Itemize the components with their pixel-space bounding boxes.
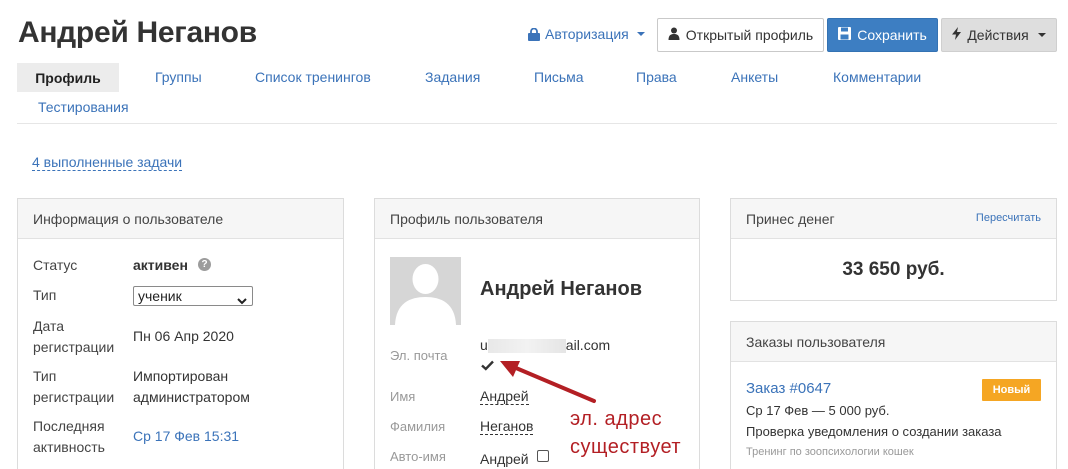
avatar	[390, 257, 461, 325]
registration-type-label-line1: Тип	[33, 368, 57, 384]
save-label: Сохранить	[857, 27, 927, 43]
status-value: активен	[133, 257, 188, 273]
page-title: Андрей Неганов	[18, 16, 257, 49]
annotation-text-line1: эл. адрес	[570, 408, 663, 430]
lock-icon	[528, 27, 540, 41]
actions-dropdown-button[interactable]: Действия	[941, 18, 1057, 52]
registration-date-value: Пн 06 Апр 2020	[133, 328, 234, 344]
first-name-label: Имя	[390, 389, 416, 404]
email-label: Эл. почта	[390, 348, 448, 363]
user-orders-panel-title: Заказы пользователя	[731, 322, 1056, 362]
annotation-text-line2: существует	[570, 436, 682, 458]
user-orders-panel: Заказы пользователя Заказ #0647 Новый Ср…	[730, 321, 1057, 469]
tab-questionnaires[interactable]: Анкеты	[731, 69, 778, 85]
open-profile-label: Открытый профиль	[685, 27, 814, 43]
tab-groups[interactable]: Группы	[155, 69, 202, 85]
revenue-panel-header: Принес денег Пересчитать	[731, 199, 1056, 239]
user-type-select[interactable]: ученик	[133, 286, 253, 306]
revenue-amount: 33 650 руб.	[842, 259, 945, 280]
registration-type-value-line2: администратором	[133, 389, 250, 405]
order-link[interactable]: Заказ #0647	[746, 380, 831, 397]
email-prefix: u	[480, 337, 488, 353]
order-description: Проверка уведомления о создании заказа	[746, 424, 1002, 439]
revenue-panel-title: Принес денег	[746, 210, 835, 227]
revenue-panel: Принес денег Пересчитать 33 650 руб.	[730, 198, 1057, 301]
registration-date-label-line2: регистрации	[33, 339, 115, 355]
user-info-panel-title: Информация о пользователе	[18, 199, 343, 239]
email-redacted	[487, 339, 566, 354]
order-status-badge: Новый	[982, 379, 1041, 401]
tab-comments[interactable]: Комментарии	[833, 69, 921, 85]
email-value: u ail.com	[480, 337, 611, 354]
chevron-down-icon	[237, 292, 247, 308]
tab-testing[interactable]: Тестирования	[38, 99, 129, 115]
tab-tasks[interactable]: Задания	[425, 69, 480, 85]
email-suffix: ail.com	[565, 337, 611, 353]
user-type-select-value: ученик	[138, 288, 182, 304]
registration-date-label-line1: Дата	[33, 318, 65, 334]
type-label: Тип	[33, 287, 57, 303]
registration-type-label-line2: регистрации	[33, 389, 115, 405]
save-button[interactable]: Сохранить	[827, 18, 938, 52]
last-activity-label-line2: активность	[33, 439, 105, 455]
tabs-divider	[17, 123, 1057, 124]
tab-letters[interactable]: Письма	[534, 69, 584, 85]
authorization-label: Авторизация	[545, 26, 629, 42]
user-info-panel: Информация о пользователе Статус активен…	[17, 198, 344, 469]
tab-profile[interactable]: Профиль	[17, 63, 119, 92]
annotation-arrow	[490, 355, 600, 408]
floppy-disk-icon	[838, 27, 852, 43]
auto-name-label: Авто-имя	[390, 449, 446, 464]
recalculate-link[interactable]: Пересчитать	[976, 212, 1041, 224]
actions-label: Действия	[967, 27, 1029, 43]
profile-name: Андрей Неганов	[480, 278, 643, 300]
tab-trainings[interactable]: Список тренингов	[255, 69, 371, 85]
last-activity-label-line1: Последняя	[33, 418, 105, 434]
last-name-value[interactable]: Неганов	[480, 418, 534, 435]
order-date-amount: Ср 17 Фев — 5 000 руб.	[746, 403, 890, 418]
auto-name-value: Андрей	[480, 451, 529, 467]
authorization-dropdown[interactable]: Авторизация	[528, 26, 645, 42]
order-training: Тренинг по зоопсихологии кошек	[746, 446, 914, 458]
last-name-label: Фамилия	[390, 419, 446, 434]
completed-tasks-link[interactable]: 4 выполненные задачи	[32, 155, 183, 171]
last-activity-link[interactable]: Ср 17 Фев 15:31	[133, 426, 239, 447]
lightning-icon	[952, 27, 962, 43]
user-profile-panel-title: Профиль пользователя	[375, 199, 699, 239]
auto-name-checkbox[interactable]	[537, 450, 549, 462]
help-icon[interactable]: ?	[198, 258, 211, 271]
status-label: Статус	[33, 257, 78, 273]
open-profile-button[interactable]: Открытый профиль	[657, 18, 824, 52]
caret-down-icon	[1037, 33, 1046, 37]
caret-down-icon	[636, 32, 645, 36]
user-icon	[668, 27, 680, 43]
registration-type-value-line1: Импортирован	[133, 368, 229, 384]
tab-rights[interactable]: Права	[636, 69, 677, 85]
